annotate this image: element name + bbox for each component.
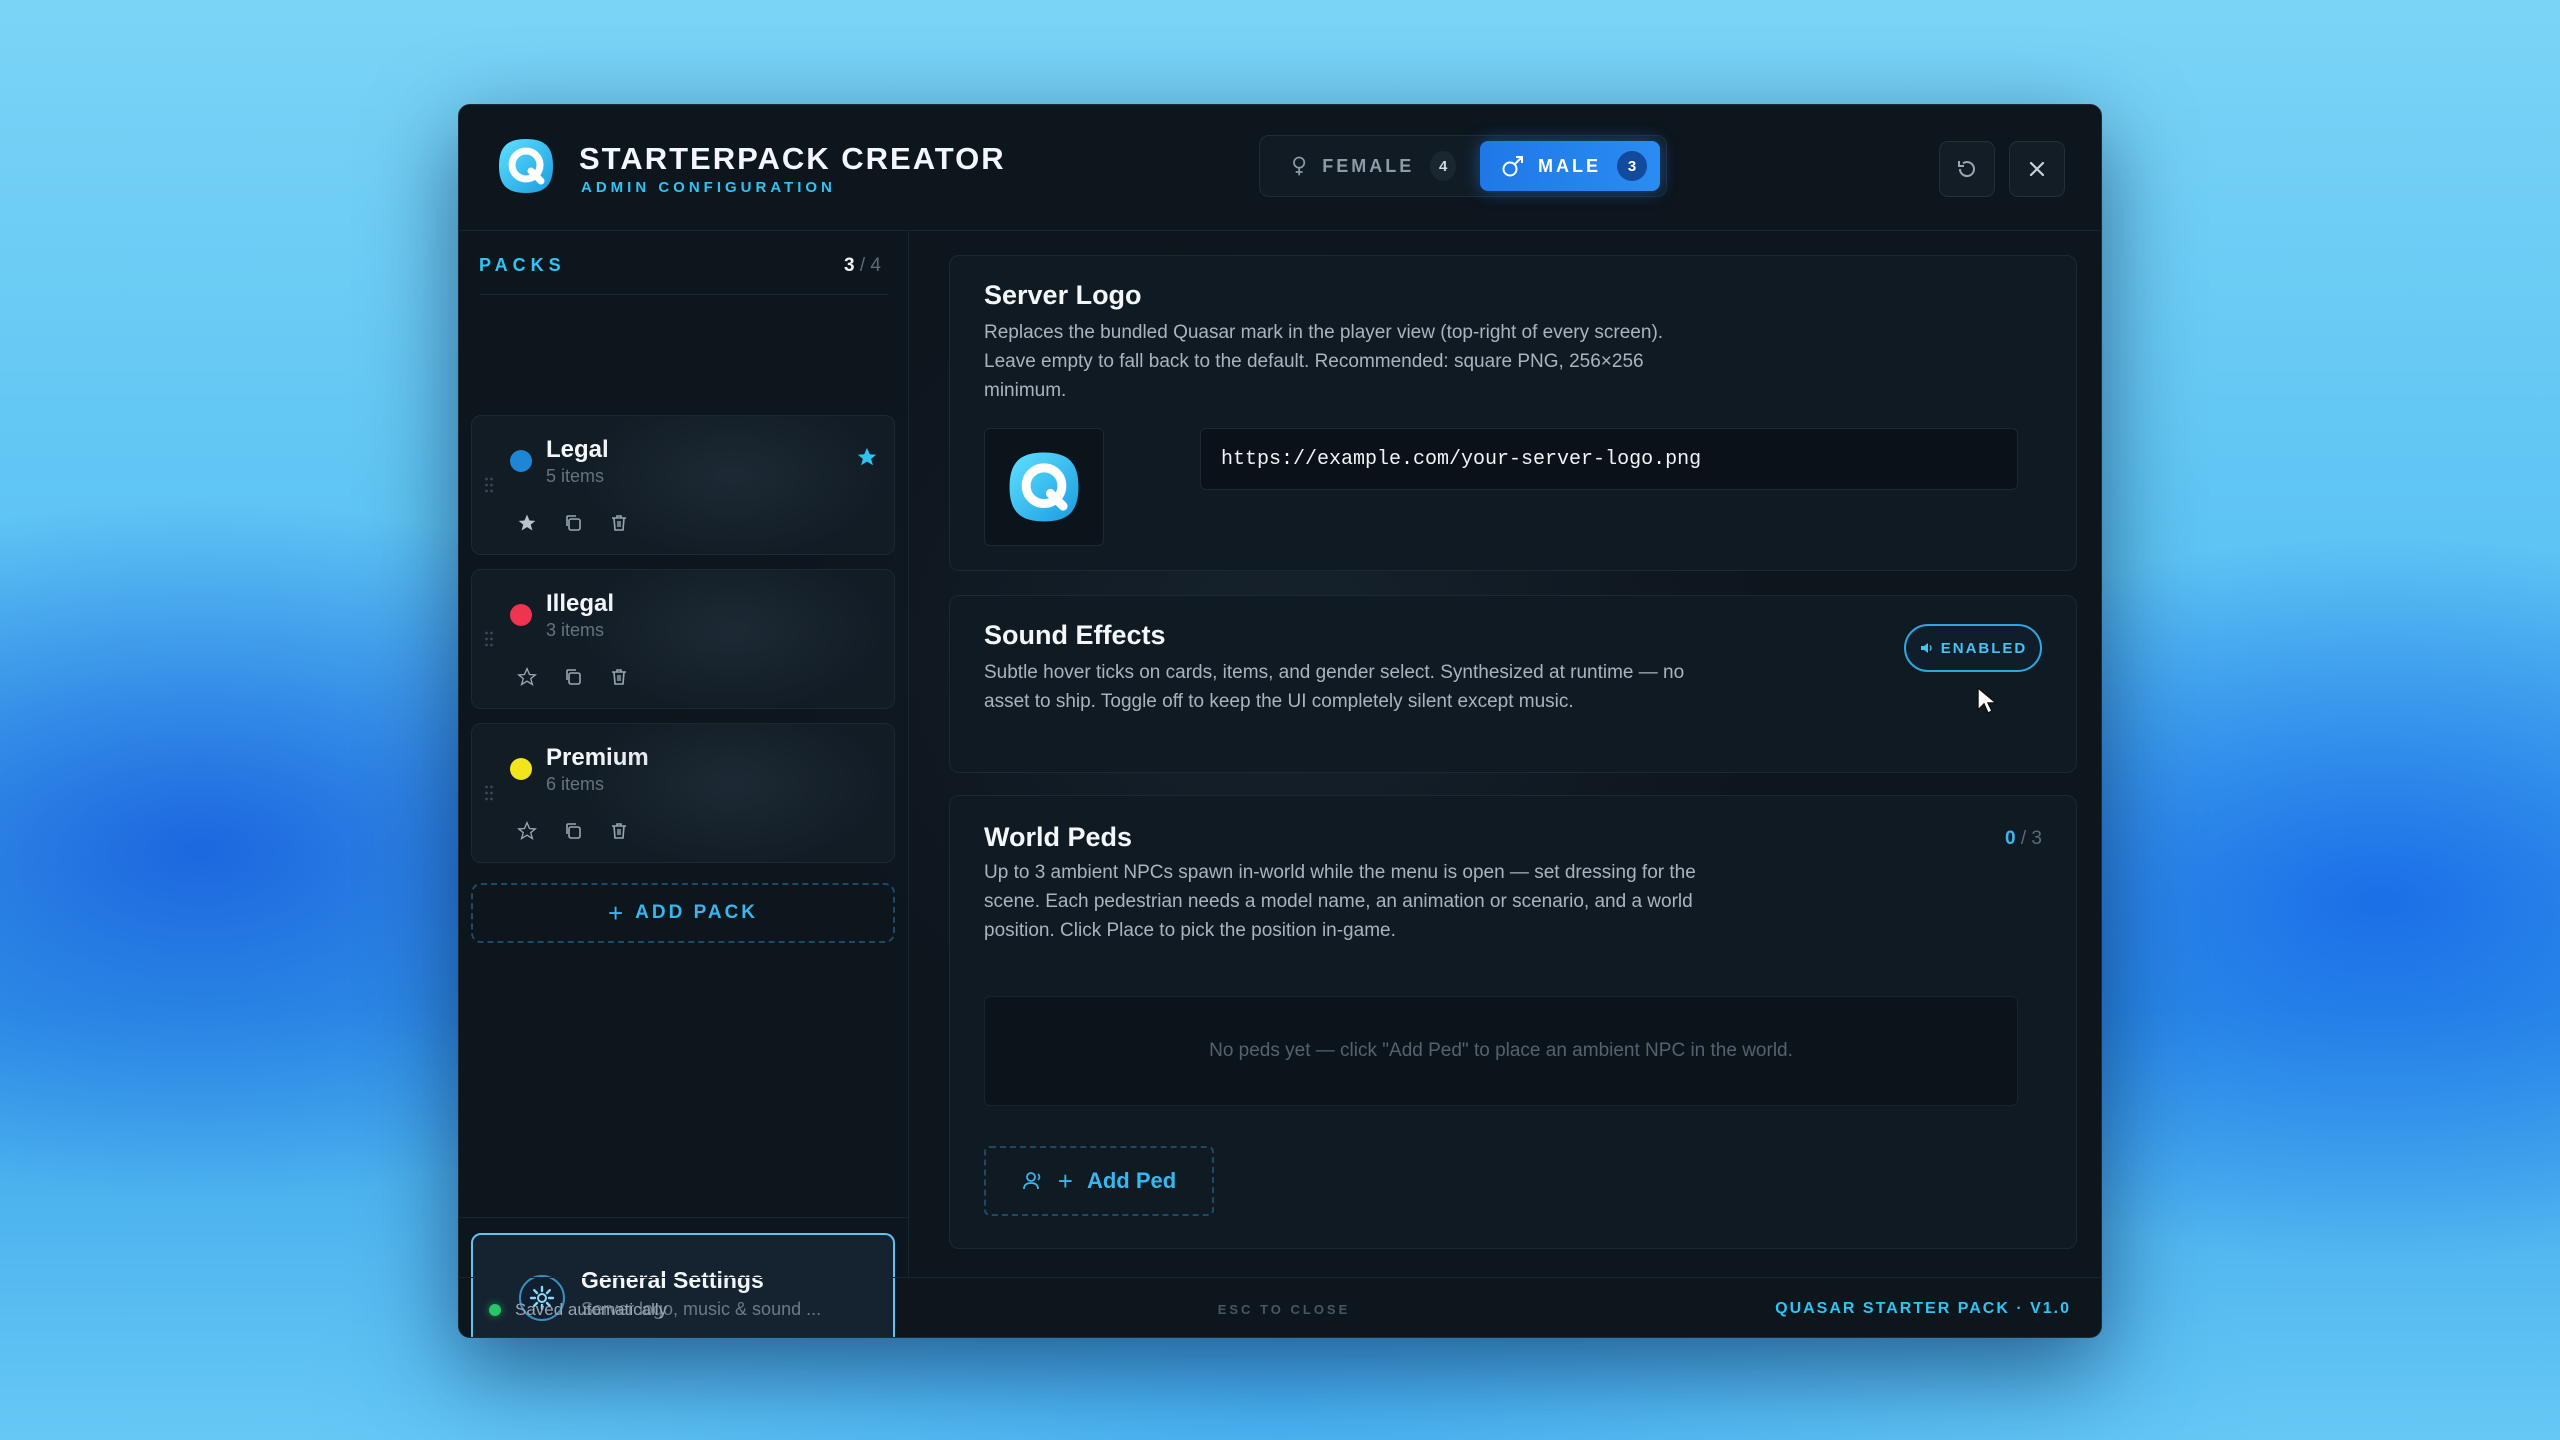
add-ped-label: Add Ped	[1086, 1168, 1177, 1193]
add-pack-button[interactable]: + ADD PACK	[471, 883, 895, 943]
trash-icon	[612, 669, 626, 685]
gender-female-label: FEMALE	[1322, 155, 1415, 176]
favorite-button[interactable]	[512, 662, 542, 692]
favorite-star-icon	[857, 447, 877, 466]
quasar-logo-icon	[497, 137, 555, 195]
window-footer: Saved automatically ESC TO CLOSE QUASAR …	[459, 1277, 2101, 1337]
sound-effects-description: Subtle hover ticks on cards, items, and …	[984, 662, 1685, 712]
starterpack-window: STARTERPACK CREATOR ADMIN CONFIGURATION …	[458, 104, 2102, 1338]
trash-icon	[612, 515, 626, 531]
packs-sidebar: PACKS 3 / 4 Legal 5 items Illegal 3 item…	[459, 231, 909, 1337]
server-logo-panel: Server Logo Replaces the bundled Quasar …	[949, 255, 2077, 571]
gender-male-button[interactable]: MALE 3	[1480, 141, 1660, 191]
close-button[interactable]	[2009, 141, 2065, 197]
pack-color-dot	[510, 758, 532, 780]
peds-count-current: 0	[2005, 828, 2016, 849]
logo-url-input[interactable]	[1200, 428, 2018, 490]
mouse-cursor-icon	[1977, 686, 1998, 714]
pack-color-dot	[510, 604, 532, 626]
trash-icon	[612, 823, 626, 839]
close-icon	[2029, 161, 2045, 177]
star-outline-icon	[517, 821, 537, 840]
copy-icon	[566, 669, 581, 685]
duplicate-button[interactable]	[558, 816, 588, 846]
app-subtitle: ADMIN CONFIGURATION	[581, 179, 836, 196]
peds-count-max: 3	[2031, 828, 2042, 849]
world-peds-title: World Peds	[984, 822, 1133, 852]
drag-handle-icon[interactable]	[484, 630, 494, 648]
pack-actions	[512, 508, 634, 538]
star-outline-icon	[517, 667, 537, 686]
packs-count-separator: /	[859, 255, 866, 276]
copy-icon	[566, 515, 581, 531]
version-label: QUASAR STARTER PACK · V1.0	[1775, 1300, 2071, 1317]
packs-label: PACKS	[479, 255, 566, 275]
peds-count: 0 / 3	[2005, 828, 2042, 850]
pack-name: Legal	[546, 436, 609, 463]
delete-button[interactable]	[604, 816, 634, 846]
pack-item-count: 6 items	[546, 774, 605, 794]
pack-name: Illegal	[546, 590, 615, 617]
window-header: STARTERPACK CREATOR ADMIN CONFIGURATION …	[459, 105, 2101, 231]
refresh-button[interactable]	[1939, 141, 1995, 197]
pack-actions	[512, 662, 634, 692]
save-status: Saved automatically	[489, 1300, 667, 1320]
duplicate-button[interactable]	[558, 508, 588, 538]
server-logo-title: Server Logo	[984, 280, 1142, 310]
save-status-text: Saved automatically	[515, 1300, 668, 1319]
favorite-button[interactable]	[512, 508, 542, 538]
gender-female-button[interactable]: FEMALE 4	[1266, 141, 1456, 191]
sound-toggle-label: ENABLED	[1940, 639, 2028, 657]
copy-icon	[566, 823, 581, 839]
star-filled-icon	[518, 514, 536, 531]
quasar-logo-icon	[1009, 452, 1079, 522]
peds-empty-state: No peds yet — click "Add Ped" to place a…	[984, 996, 2018, 1106]
pack-color-dot	[510, 450, 532, 472]
esc-hint: ESC TO CLOSE	[1217, 1302, 1351, 1317]
pack-card-premium[interactable]: Premium 6 items	[471, 723, 895, 863]
user-icon	[1022, 1172, 1041, 1190]
world-peds-panel: World Peds 0 / 3 Up to 3 ambient NPCs sp…	[949, 795, 2077, 1249]
gender-male-label: MALE	[1538, 155, 1601, 176]
server-logo-description: Replaces the bundled Quasar mark in the …	[984, 322, 1664, 401]
status-dot	[489, 1304, 501, 1316]
sidebar-divider	[459, 1217, 909, 1218]
packs-count-current: 3	[844, 255, 855, 276]
world-peds-description: Up to 3 ambient NPCs spawn in-world whil…	[984, 862, 1696, 941]
pack-actions	[512, 816, 634, 846]
sound-toggle[interactable]: ENABLED	[1904, 624, 2042, 672]
app-title: STARTERPACK CREATOR	[579, 141, 1006, 176]
delete-button[interactable]	[604, 662, 634, 692]
add-ped-button[interactable]: + Add Ped	[984, 1146, 1214, 1216]
sound-effects-panel: Sound Effects Subtle hover ticks on card…	[949, 595, 2077, 773]
speaker-icon	[1920, 643, 1932, 653]
gender-selector: FEMALE 4 MALE 3	[1259, 135, 1667, 197]
drag-handle-icon[interactable]	[484, 784, 494, 802]
gender-male-count: 3	[1617, 151, 1647, 181]
gender-female-count: 4	[1430, 151, 1456, 181]
settings-main: Server Logo Replaces the bundled Quasar …	[909, 231, 2101, 1277]
packs-count: 3 / 4	[844, 255, 881, 277]
peds-count-separator: /	[2020, 828, 2027, 849]
plus-icon: +	[1057, 1165, 1073, 1196]
packs-count-max: 4	[870, 255, 881, 276]
favorite-button[interactable]	[512, 816, 542, 846]
logo-preview	[984, 428, 1104, 546]
drag-handle-icon[interactable]	[484, 476, 494, 494]
pack-card-legal[interactable]: Legal 5 items	[471, 415, 895, 555]
duplicate-button[interactable]	[558, 662, 588, 692]
refresh-icon	[1958, 161, 1975, 178]
pack-item-count: 3 items	[546, 620, 605, 640]
plus-icon: +	[607, 897, 624, 928]
add-pack-label: ADD PACK	[635, 902, 759, 923]
sound-effects-title: Sound Effects	[984, 620, 1166, 650]
pack-card-illegal[interactable]: Illegal 3 items	[471, 569, 895, 709]
pack-name: Premium	[546, 744, 649, 771]
delete-button[interactable]	[604, 508, 634, 538]
male-icon	[1502, 156, 1523, 177]
female-icon	[1293, 156, 1306, 176]
pack-item-count: 5 items	[546, 466, 605, 486]
packs-header: PACKS 3 / 4	[479, 255, 889, 295]
